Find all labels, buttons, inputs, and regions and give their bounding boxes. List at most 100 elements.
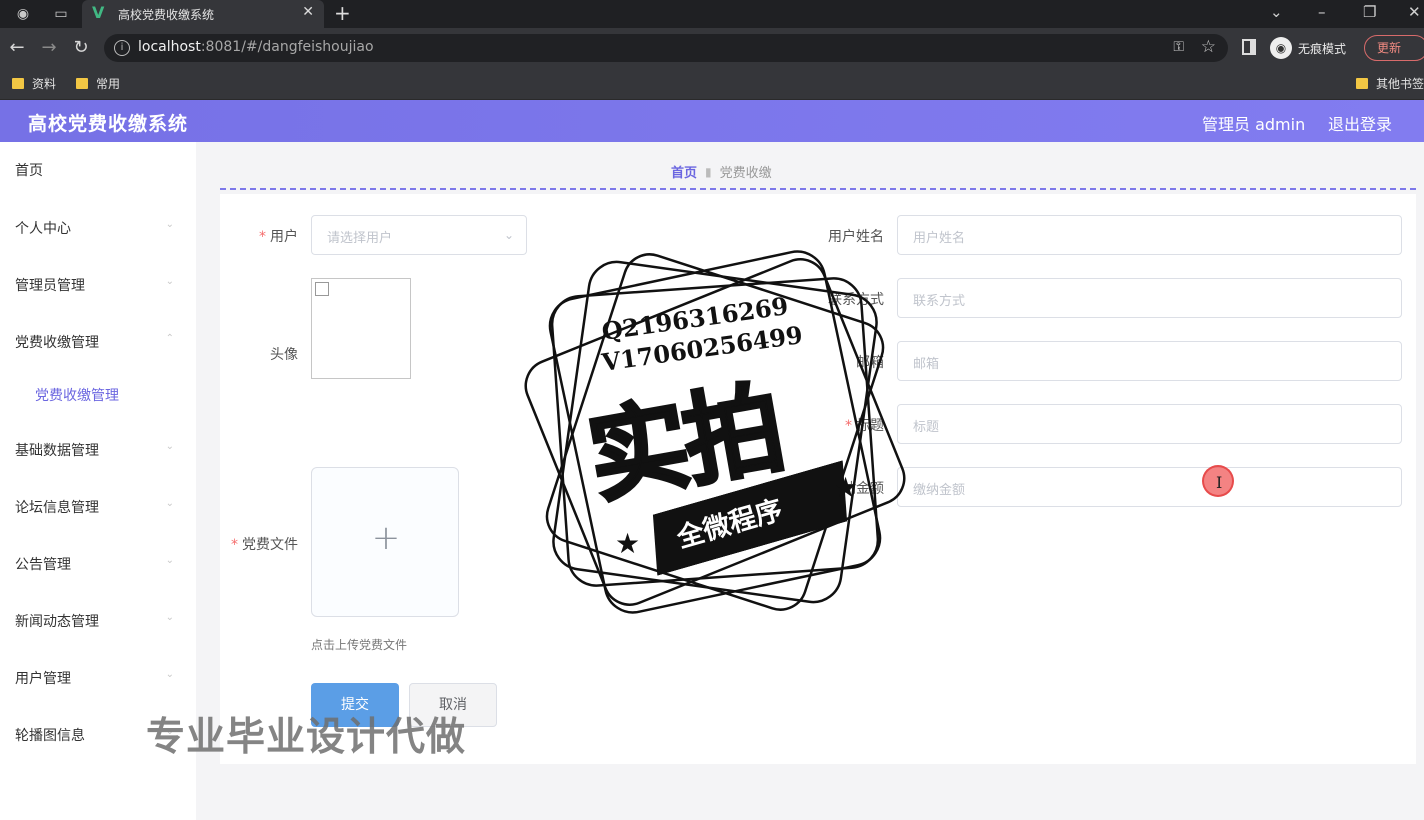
back-arrow-icon[interactable]: ←: [6, 37, 28, 59]
url-text[interactable]: localhost:8081/#/dangfeishoujiao: [138, 39, 374, 55]
chevron-down-icon: ⌄: [503, 228, 514, 242]
name-input[interactable]: 用户姓名: [897, 215, 1402, 255]
user-label: * 用户: [259, 229, 298, 245]
bookmark-folder-other[interactable]: 其他书签: [1356, 75, 1424, 92]
address-bar[interactable]: i localhost:8081/#/dangfeishoujiao ⚿ ☆: [104, 34, 1228, 62]
forward-arrow-icon[interactable]: →: [38, 37, 60, 59]
upload-tip: 点击上传党费文件: [311, 638, 408, 652]
sidebar-item-label: 党费收缴管理: [35, 388, 119, 404]
bookmark-label: 其他书签: [1376, 77, 1424, 91]
user-select-placeholder: 请选择用户: [327, 231, 393, 246]
sidebar-item-notice[interactable]: 公告管理 ⌄: [0, 544, 196, 584]
globe-icon[interactable]: ◉: [14, 5, 32, 23]
incognito-indicator[interactable]: ◉ 无痕模式: [1270, 36, 1346, 60]
chevron-down-icon: ⌄: [165, 555, 174, 566]
watermark-footer: 专业毕业设计代做: [146, 715, 467, 760]
sidebar-item-label: 轮播图信息: [15, 728, 85, 744]
sidebar-item-basic-data[interactable]: 基础数据管理 ⌄: [0, 430, 196, 470]
site-info-icon[interactable]: i: [114, 40, 130, 56]
sidebar-item-news[interactable]: 新闻动态管理 ⌄: [0, 601, 196, 641]
sidebar-item-label: 首页: [15, 163, 43, 179]
sidebar-item-label: 管理员管理: [15, 278, 85, 294]
bookmarks-bar: 资料 常用 其他书签: [0, 68, 1424, 100]
phone-placeholder: 联系方式: [913, 294, 966, 309]
mouse-cursor-icon: I: [1202, 465, 1234, 497]
breadcrumb-separator-icon: ▮: [705, 164, 712, 179]
watermark-stamp: Q2196316269 V17060256499 实拍 全微程序 ★ ★: [515, 232, 915, 632]
sidebar-item-users[interactable]: 用户管理 ⌄: [0, 658, 196, 698]
breadcrumb-home[interactable]: 首页: [671, 162, 697, 181]
bookmark-star-icon[interactable]: ☆: [1201, 37, 1216, 57]
file-label: * 党费文件: [231, 537, 298, 553]
chevron-down-icon: ⌄: [165, 498, 174, 509]
url-path: :8081/#/dangfeishoujiao: [200, 39, 374, 55]
minimize-icon[interactable]: –: [1318, 3, 1326, 21]
plus-icon: +: [371, 518, 401, 558]
title-input[interactable]: 标题: [897, 404, 1402, 444]
folder-icon: [76, 78, 88, 89]
tab-search-icon[interactable]: ⌄: [1270, 3, 1283, 21]
avatar-label: 头像: [270, 347, 298, 363]
vue-favicon-icon: V: [92, 3, 105, 22]
chevron-down-icon: ⌄: [165, 669, 174, 680]
sidebar-item-home[interactable]: 首页: [0, 150, 196, 190]
bookmark-folder-changyong[interactable]: 常用: [76, 75, 120, 92]
app-header: 高校党费收缴系统 管理员 admin 退出登录: [0, 100, 1424, 142]
incognito-label: 无痕模式: [1298, 41, 1347, 56]
update-button[interactable]: 更新: [1364, 35, 1424, 61]
url-host: localhost: [138, 39, 201, 55]
divider: [220, 188, 1416, 190]
sidebar-item-dues-management[interactable]: 党费收缴管理 ⌃: [0, 322, 196, 362]
email-placeholder: 邮箱: [913, 357, 940, 372]
sidebar-item-label: 用户管理: [15, 671, 71, 687]
bookmark-label: 常用: [96, 77, 121, 91]
email-input[interactable]: 邮箱: [897, 341, 1402, 381]
breadcrumb-current: 党费收缴: [719, 166, 772, 181]
user-select[interactable]: 请选择用户 ⌄: [311, 215, 527, 255]
chevron-down-icon: ⌄: [165, 441, 174, 452]
app-title: 高校党费收缴系统: [28, 113, 189, 135]
chevron-down-icon: ⌄: [165, 219, 174, 230]
folder-icon: [1356, 78, 1368, 89]
reload-icon[interactable]: ↻: [70, 37, 92, 59]
browser-toolbar: ← → ↻ i localhost:8081/#/dangfeishoujiao…: [0, 28, 1424, 68]
sidebar-item-admin-management[interactable]: 管理员管理 ⌄: [0, 265, 196, 305]
sidebar-item-forum[interactable]: 论坛信息管理 ⌄: [0, 487, 196, 527]
browser-tabbar: ◉ ▭ V 高校党费收缴系统 ✕ + ⌄ – ❐ ✕: [0, 0, 1424, 28]
chevron-down-icon: ⌄: [165, 276, 174, 287]
bookmark-folder-ziliao[interactable]: 资料: [12, 75, 56, 92]
restore-icon[interactable]: ❐: [1363, 3, 1376, 21]
sidebar-item-label: 论坛信息管理: [15, 500, 99, 516]
tab-overview-icon[interactable]: ▭: [52, 5, 70, 23]
sidebar-item-personal-center[interactable]: 个人中心 ⌄: [0, 208, 196, 248]
star-icon: ★: [615, 527, 641, 560]
incognito-icon: ◉: [1270, 37, 1292, 59]
window-close-icon[interactable]: ✕: [1408, 3, 1421, 21]
logout-link[interactable]: 退出登录: [1328, 111, 1392, 135]
folder-icon: [12, 78, 24, 89]
title-placeholder: 标题: [913, 420, 940, 435]
bookmark-label: 资料: [32, 77, 57, 91]
sidebar-item-label: 党费收缴管理: [15, 335, 99, 351]
chevron-down-icon: ⌄: [165, 612, 174, 623]
browser-tab[interactable]: V 高校党费收缴系统 ✕: [82, 0, 324, 28]
breadcrumb: 首页 ▮ 党费收缴: [671, 162, 772, 182]
new-tab-icon[interactable]: +: [334, 3, 351, 23]
avatar-image: [311, 278, 411, 379]
file-upload[interactable]: +: [311, 467, 459, 617]
chevron-up-icon: ⌃: [165, 333, 174, 344]
star-icon: ★: [833, 471, 859, 504]
name-placeholder: 用户姓名: [913, 231, 966, 246]
sidebar-item-label: 新闻动态管理: [15, 614, 99, 630]
sidebar-subitem-dues-management[interactable]: 党费收缴管理: [0, 375, 196, 415]
tab-title: 高校党费收缴系统: [118, 8, 215, 22]
sidebar-item-label: 基础数据管理: [15, 443, 99, 459]
side-panel-icon[interactable]: [1242, 39, 1256, 55]
key-icon[interactable]: ⚿: [1173, 39, 1184, 55]
phone-input[interactable]: 联系方式: [897, 278, 1402, 318]
current-user: 管理员 admin: [1202, 115, 1306, 134]
tab-close-icon[interactable]: ✕: [302, 4, 314, 20]
amount-input[interactable]: 缴纳金额: [897, 467, 1402, 507]
sidebar-item-label: 公告管理: [15, 557, 71, 573]
sidebar-item-label: 个人中心: [15, 221, 71, 237]
